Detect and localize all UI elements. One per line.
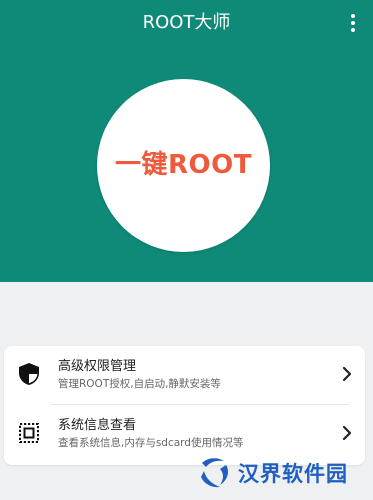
shield-icon	[19, 363, 39, 385]
menu-item-advanced-permissions[interactable]: 高级权限管理 管理ROOT授权,自启动,静默安装等	[4, 346, 365, 405]
app-bar: ROOT大师	[0, 0, 373, 46]
watermark-text: 汉界软件园	[238, 462, 348, 486]
menu-item-description: 查看系统信息,内存与sdcard使用情况等	[58, 437, 244, 449]
more-vert-icon[interactable]	[341, 10, 365, 36]
menu-item-title: 系统信息查看	[58, 418, 137, 433]
menu-item-description: 管理ROOT授权,自启动,静默安装等	[58, 378, 221, 390]
chevron-right-icon	[342, 366, 352, 382]
menu-item-title: 高级权限管理	[58, 359, 137, 374]
chevron-right-icon	[342, 425, 352, 441]
chip-icon	[19, 423, 39, 443]
app-title: ROOT大师	[142, 12, 231, 33]
watermark-logo-icon	[201, 458, 228, 488]
one-click-root-button[interactable]: 一键ROOT	[97, 79, 270, 252]
menu-card: 高级权限管理 管理ROOT授权,自启动,静默安装等 系统信息查看 查看系统信息,…	[4, 346, 365, 465]
watermark: 汉界软件园	[196, 452, 364, 494]
hero-panel: 一键ROOT	[0, 46, 373, 282]
one-click-root-label: 一键ROOT	[115, 150, 252, 180]
